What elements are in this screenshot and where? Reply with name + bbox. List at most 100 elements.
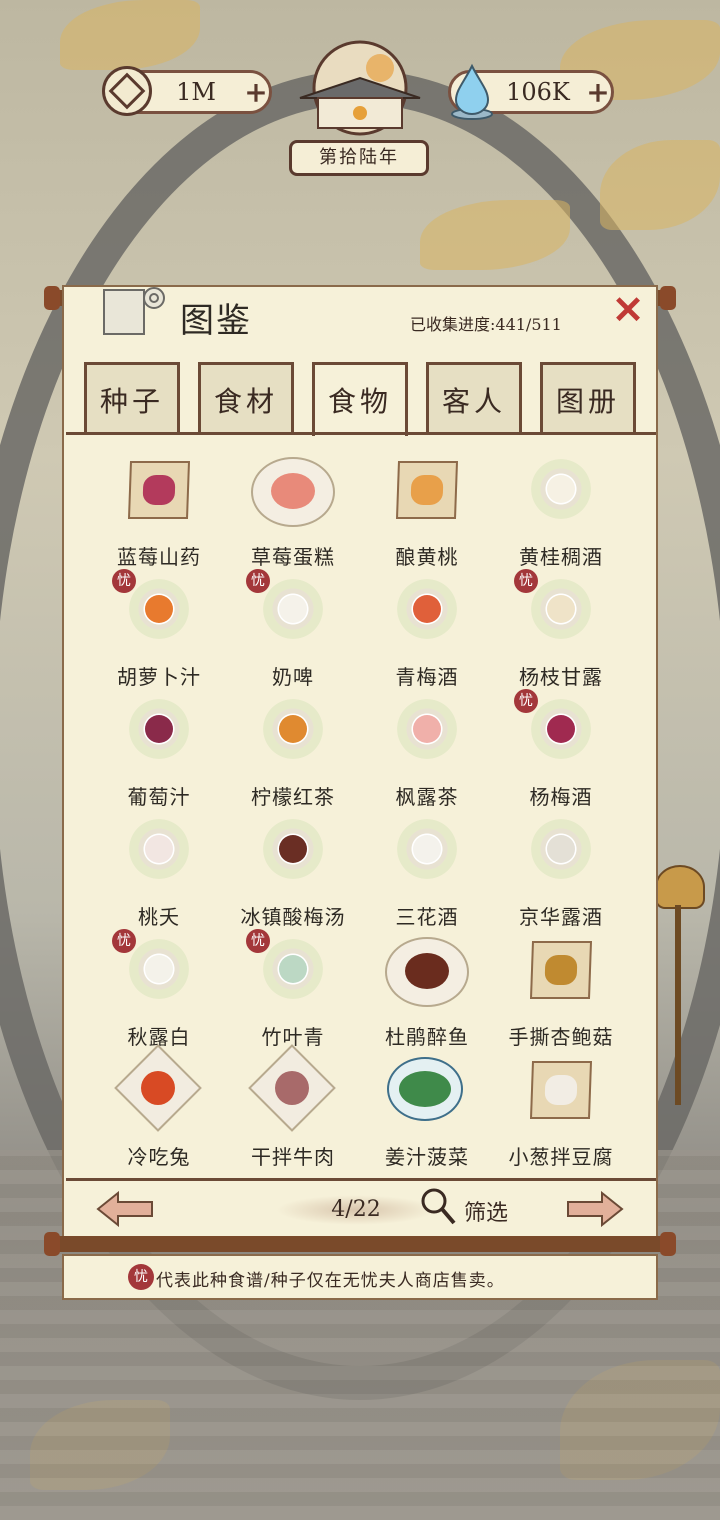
food-image xyxy=(129,819,189,879)
food-name: 葡萄汁 xyxy=(127,785,191,809)
food-item[interactable]: 冰镇酸梅汤 xyxy=(226,815,360,935)
food-item[interactable]: 酿黄桃 xyxy=(360,455,494,575)
food-item[interactable]: 三花酒 xyxy=(360,815,494,935)
food-image xyxy=(397,579,457,639)
panel-title: 图鉴 xyxy=(180,301,252,341)
food-image xyxy=(395,461,459,519)
pagination-bar: 4/22 筛选 xyxy=(66,1178,656,1237)
tab-food[interactable]: 食物 xyxy=(312,362,408,436)
filter-label: 筛选 xyxy=(464,1201,509,1226)
food-image xyxy=(531,459,591,519)
worry-free-badge: 忧 xyxy=(112,569,136,593)
tab-seeds[interactable]: 种子 xyxy=(84,362,180,432)
notice-text: 代表此种食谱/种子仅在无忧夫人商店售卖。 xyxy=(156,1271,505,1291)
coin-value: 1M xyxy=(176,78,216,106)
food-image xyxy=(129,699,189,759)
lotus-lamp xyxy=(655,865,705,909)
add-coins-button[interactable]: + xyxy=(243,76,269,109)
food-image xyxy=(387,1057,463,1121)
food-image xyxy=(127,461,191,519)
coin-icon xyxy=(102,66,152,116)
food-name: 冷吃兔 xyxy=(127,1145,191,1169)
collection-progress: 已收集进度:441/511 xyxy=(410,315,562,334)
food-name: 杜鹃醉鱼 xyxy=(385,1025,469,1049)
food-image xyxy=(129,579,189,639)
food-image xyxy=(397,819,457,879)
food-item[interactable]: 小葱拌豆腐 xyxy=(494,1055,628,1175)
food-item[interactable]: 忧秋露白 xyxy=(92,929,226,1055)
food-item[interactable]: 杜鹃醉鱼 xyxy=(360,935,494,1055)
food-item[interactable]: 干拌牛肉 xyxy=(226,1044,360,1175)
worry-free-badge: 忧 xyxy=(246,569,270,593)
food-item[interactable]: 京华露酒 xyxy=(494,815,628,935)
food-image xyxy=(531,579,591,639)
food-name: 酿黄桃 xyxy=(395,545,459,569)
food-item[interactable]: 葡萄汁 xyxy=(92,695,226,815)
food-name: 柠檬红茶 xyxy=(251,785,335,809)
add-water-button[interactable]: + xyxy=(585,76,611,109)
tab-ingredients[interactable]: 食材 xyxy=(198,362,294,432)
food-image xyxy=(529,941,593,999)
food-image xyxy=(248,1044,336,1132)
worry-free-badge: 忧 xyxy=(128,1264,154,1290)
food-name: 干拌牛肉 xyxy=(251,1145,335,1169)
water-value: 106K xyxy=(506,78,570,106)
pavilion-icon xyxy=(299,40,421,136)
food-name: 桃夭 xyxy=(138,905,180,929)
scroll-rod-bottom xyxy=(44,1232,676,1256)
food-item[interactable]: 忧奶啤 xyxy=(226,569,360,695)
food-image xyxy=(385,937,469,1007)
food-item[interactable]: 桃夭 xyxy=(92,815,226,935)
food-item[interactable]: 冷吃兔 xyxy=(92,1044,226,1175)
food-name: 手撕杏鲍菇 xyxy=(508,1025,614,1049)
worry-free-badge: 忧 xyxy=(514,569,538,593)
food-name: 杨梅酒 xyxy=(529,785,593,809)
arrow-right-icon[interactable] xyxy=(566,1191,624,1227)
lamp-stem xyxy=(675,905,681,1105)
tab-divider xyxy=(66,432,656,435)
food-name: 蓝莓山药 xyxy=(117,545,201,569)
food-image xyxy=(263,579,323,639)
food-image xyxy=(529,1061,593,1119)
food-item[interactable]: 忧杨梅酒 xyxy=(494,689,628,815)
food-name: 京华露酒 xyxy=(519,905,603,929)
food-image xyxy=(263,819,323,879)
food-item[interactable]: 枫露茶 xyxy=(360,695,494,815)
food-image xyxy=(531,819,591,879)
food-item[interactable]: 黄桂稠酒 xyxy=(494,455,628,575)
food-name: 冰镇酸梅汤 xyxy=(240,905,346,929)
water-drop-icon xyxy=(451,63,493,120)
food-name: 草莓蛋糕 xyxy=(251,545,335,569)
food-image xyxy=(397,699,457,759)
food-item[interactable]: 忧胡萝卜汁 xyxy=(92,569,226,695)
filter-button[interactable]: 筛选 xyxy=(418,1187,518,1227)
tab-album[interactable]: 图册 xyxy=(540,362,636,432)
food-item[interactable]: 忧杨枝甘露 xyxy=(494,569,628,695)
food-name: 小葱拌豆腐 xyxy=(508,1145,614,1169)
food-item[interactable]: 青梅酒 xyxy=(360,575,494,695)
tab-guests[interactable]: 客人 xyxy=(426,362,522,432)
food-item[interactable]: 姜汁菠菜 xyxy=(360,1055,494,1175)
worry-free-badge: 忧 xyxy=(112,929,136,953)
food-image xyxy=(263,699,323,759)
food-item[interactable]: 草莓蛋糕 xyxy=(226,455,360,575)
food-item[interactable]: 忧竹叶青 xyxy=(226,929,360,1055)
food-image xyxy=(263,939,323,999)
food-item[interactable]: 柠檬红茶 xyxy=(226,695,360,815)
worry-free-badge: 忧 xyxy=(514,689,538,713)
food-name: 奶啤 xyxy=(272,665,314,689)
year-label: 第拾陆年 xyxy=(289,140,429,176)
food-item[interactable]: 手撕杏鲍菇 xyxy=(494,935,628,1055)
food-name: 三花酒 xyxy=(395,905,459,929)
food-name: 黄桂稠酒 xyxy=(519,545,603,569)
close-icon[interactable]: ✕ xyxy=(606,290,650,334)
food-item[interactable]: 蓝莓山药 xyxy=(92,455,226,575)
food-name: 胡萝卜汁 xyxy=(117,665,201,689)
food-name: 枫露茶 xyxy=(395,785,459,809)
shop-notice: 忧 代表此种食谱/种子仅在无忧夫人商店售卖。 xyxy=(62,1254,658,1300)
arrow-left-icon[interactable] xyxy=(96,1191,154,1227)
worry-free-badge: 忧 xyxy=(246,929,270,953)
category-tabs: 种子 食材 食物 客人 图册 xyxy=(84,362,640,436)
scroll-icon xyxy=(103,287,165,335)
food-image xyxy=(531,699,591,759)
